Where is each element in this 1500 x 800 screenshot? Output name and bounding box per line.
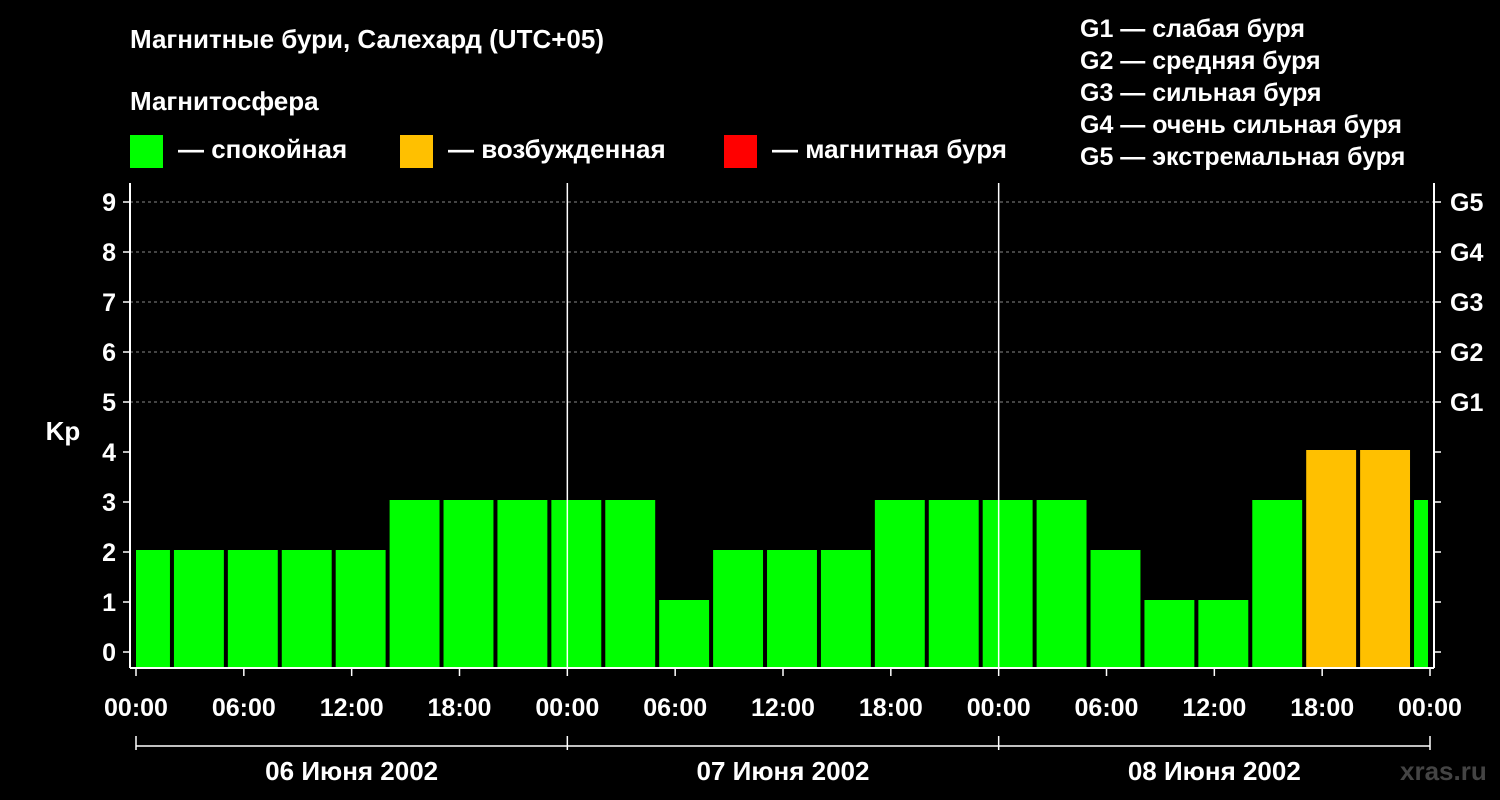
kp-bar <box>1306 450 1357 667</box>
kp-bar <box>982 500 1033 667</box>
y-tick-label: 7 <box>102 289 116 317</box>
x-tick-label: 00:00 <box>967 694 1031 722</box>
kp-bar <box>874 500 925 667</box>
kp-bar <box>820 550 871 667</box>
y-tick-label: 5 <box>102 389 116 417</box>
x-tick-label: 12:00 <box>320 694 384 722</box>
y-tick-label: 9 <box>102 189 116 217</box>
kp-bar <box>713 550 764 667</box>
y-tick-label: 2 <box>102 539 116 567</box>
kp-bar <box>928 500 979 667</box>
kp-bar <box>1144 600 1195 667</box>
g-tick-label-g2: G2 <box>1450 339 1483 367</box>
kp-bar <box>1198 600 1249 667</box>
x-tick-label: 18:00 <box>859 694 923 722</box>
kp-bar <box>389 500 440 667</box>
g-tick-label-g3: G3 <box>1450 289 1483 317</box>
kp-bar <box>551 500 602 667</box>
x-tick-label: 12:00 <box>751 694 815 722</box>
y-tick-label: 3 <box>102 489 116 517</box>
kp-bar <box>281 550 332 667</box>
kp-bar <box>497 500 548 667</box>
kp-bar <box>659 600 710 667</box>
x-tick-label: 06:00 <box>1075 694 1139 722</box>
kp-bar <box>767 550 817 667</box>
y-tick-label: 0 <box>102 639 116 667</box>
kp-bar <box>1414 500 1428 667</box>
x-tick-label: 00:00 <box>535 694 599 722</box>
g-tick-label-g4: G4 <box>1450 239 1483 267</box>
day-label: 07 Июня 2002 <box>697 756 870 786</box>
x-tick-label: 12:00 <box>1182 694 1246 722</box>
x-tick-label: 00:00 <box>104 694 168 722</box>
x-tick-label: 00:00 <box>1398 694 1462 722</box>
kp-bar <box>1036 500 1087 667</box>
kp-bar <box>1252 500 1303 667</box>
kp-bar <box>1360 450 1411 667</box>
kp-bar <box>335 550 386 667</box>
kp-bar <box>443 500 494 667</box>
g-tick-label-g1: G1 <box>1450 389 1483 417</box>
y-tick-label: 4 <box>102 439 116 467</box>
y-tick-label: 1 <box>102 589 116 617</box>
kp-bar <box>136 550 170 667</box>
x-tick-label: 18:00 <box>1290 694 1354 722</box>
x-tick-label: 06:00 <box>643 694 707 722</box>
day-label: 06 Июня 2002 <box>265 756 438 786</box>
y-tick-label: 6 <box>102 339 116 367</box>
kp-chart: 0 1 2 3 4 5 6 7 8 9 G1 G2 G3 G4 G5 Kp 00:00 06:00 12:00 18:… <box>46 183 1483 786</box>
kp-bar <box>1090 550 1141 667</box>
kp-bar <box>173 550 224 667</box>
y-axis-label: Kp <box>46 416 81 446</box>
day-label: 08 Июня 2002 <box>1128 756 1301 786</box>
kp-bar <box>227 550 278 667</box>
y-tick-label: 8 <box>102 239 116 267</box>
watermark: xras.ru <box>1400 756 1487 786</box>
kp-bar <box>605 500 656 667</box>
x-tick-label: 06:00 <box>212 694 276 722</box>
g-tick-label-g5: G5 <box>1450 189 1483 217</box>
x-tick-label: 18:00 <box>428 694 492 722</box>
